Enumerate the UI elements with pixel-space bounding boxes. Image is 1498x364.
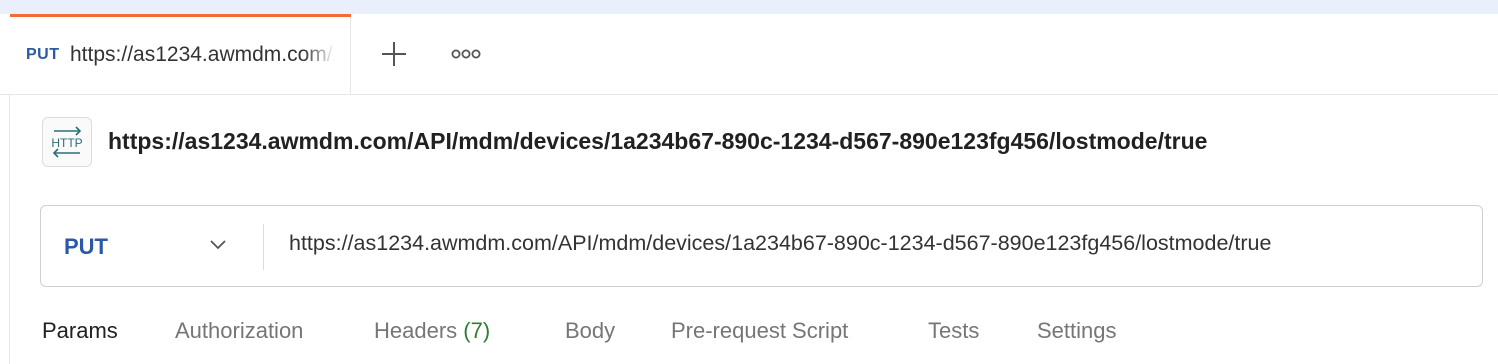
svg-text:HTTP: HTTP	[51, 136, 82, 150]
http-icon: HTTP	[42, 117, 92, 167]
method-select[interactable]: PUT	[41, 206, 263, 285]
tab-params[interactable]: Params	[42, 318, 118, 344]
plus-icon	[382, 42, 406, 66]
postman-request-view: PUT https://as1234.awmdm.com/API/mdm/dev…	[0, 0, 1498, 364]
tab-settings[interactable]: Settings	[1037, 318, 1117, 344]
tab-title: https://as1234.awmdm.com/API/mdm/devices…	[70, 43, 335, 66]
url-input[interactable]: https://as1234.awmdm.com/API/mdm/devices…	[289, 231, 1469, 256]
url-divider	[263, 224, 264, 270]
method-label: PUT	[64, 234, 108, 259]
url-bar: PUT https://as1234.awmdm.com/API/mdm/dev…	[40, 205, 1483, 287]
active-tab-indicator	[10, 14, 351, 17]
tab-pre-request-script[interactable]: Pre-request Script	[671, 318, 848, 344]
request-title[interactable]: https://as1234.awmdm.com/API/mdm/devices…	[108, 128, 1207, 155]
chevron-down-icon	[210, 240, 226, 250]
tab-authorization[interactable]: Authorization	[175, 318, 303, 344]
tab-tests[interactable]: Tests	[928, 318, 979, 344]
tab-headers-label: Headers	[374, 318, 458, 343]
tab-headers[interactable]: Headers (7)	[374, 318, 490, 344]
more-horizontal-icon	[451, 49, 481, 59]
request-tab[interactable]: PUT https://as1234.awmdm.com/API/mdm/dev…	[10, 14, 351, 94]
new-tab-button[interactable]	[374, 34, 414, 74]
sidebar-edge	[9, 94, 10, 364]
tab-bar: PUT https://as1234.awmdm.com/API/mdm/dev…	[0, 14, 1498, 95]
more-tabs-button[interactable]	[446, 34, 486, 74]
tab-body[interactable]: Body	[565, 318, 615, 344]
tab-method-label: PUT	[26, 46, 60, 63]
headers-count-badge: (7)	[463, 318, 491, 343]
top-strip	[0, 0, 1498, 14]
